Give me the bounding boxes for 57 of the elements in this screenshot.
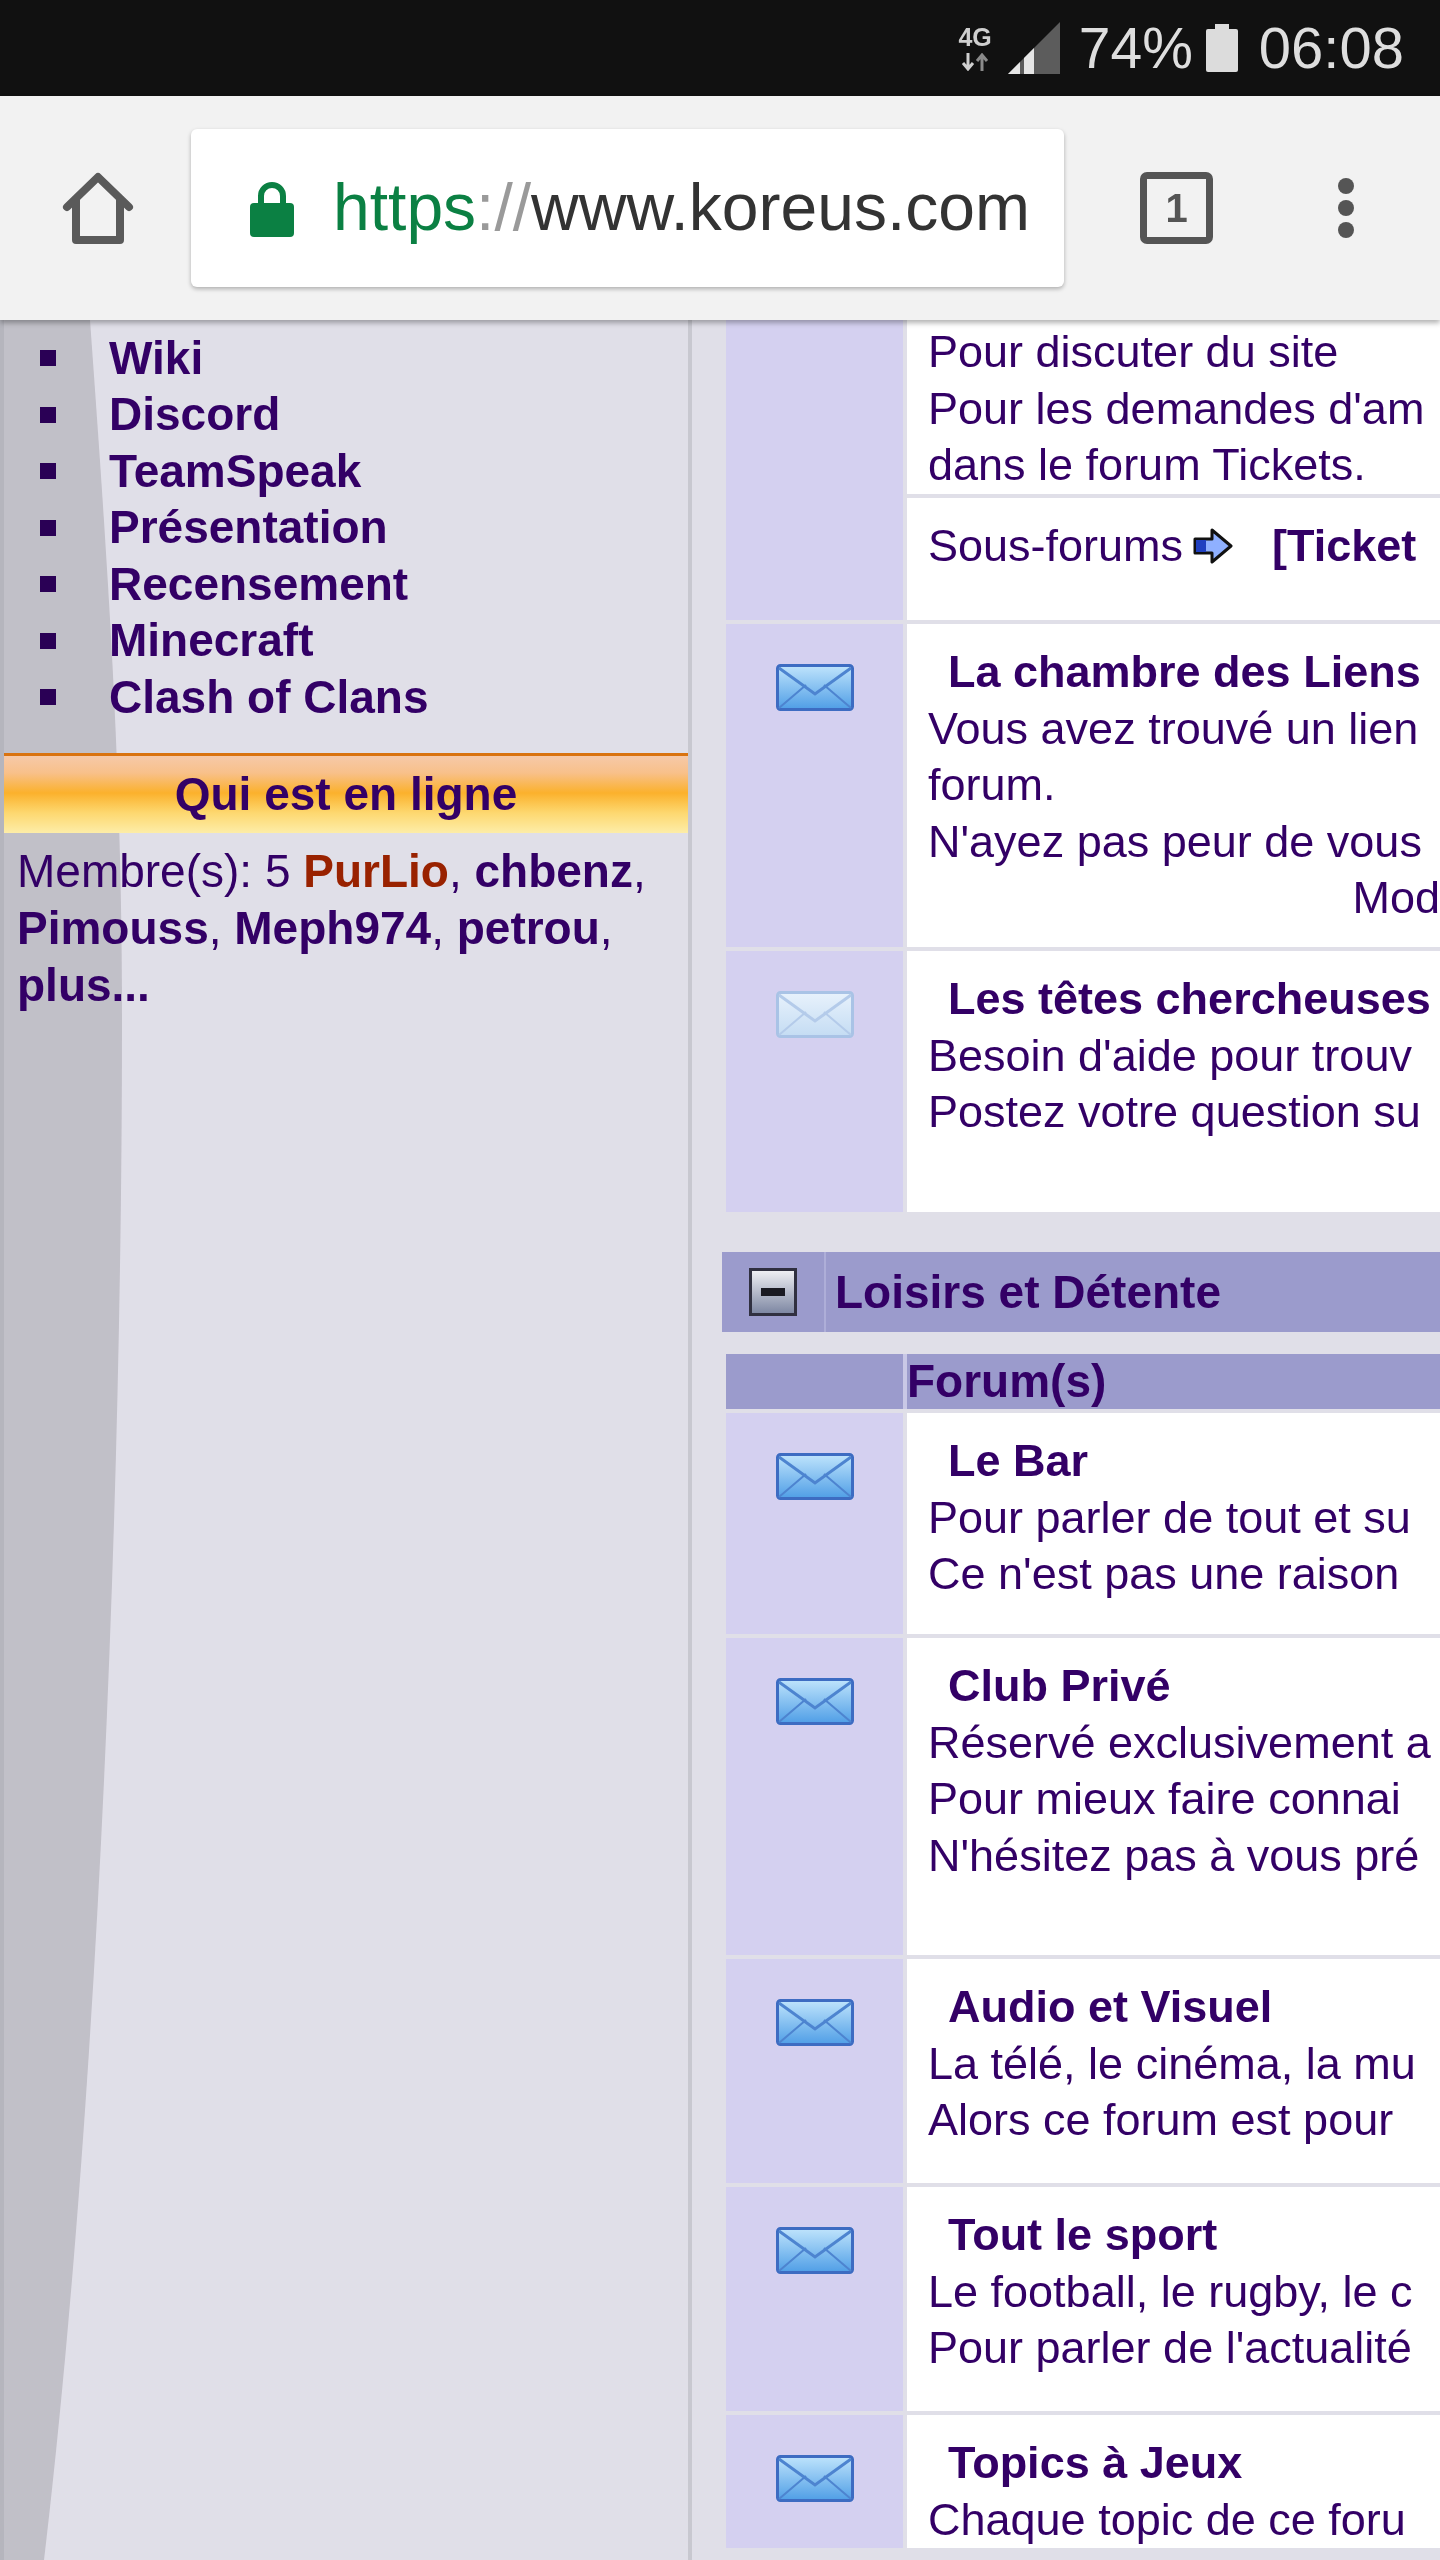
battery-percent: 74% bbox=[1078, 19, 1193, 77]
forum-title[interactable]: Tout le sport bbox=[948, 2207, 1218, 2264]
column-header: Forum(s) bbox=[907, 1354, 1107, 1409]
bullet-icon bbox=[40, 576, 56, 593]
forum-title[interactable]: Club Privé bbox=[948, 1658, 1171, 1715]
sidebar-link[interactable]: Wiki bbox=[109, 331, 204, 385]
envelope-icon[interactable] bbox=[775, 1678, 854, 1725]
bullet-icon bbox=[40, 350, 56, 367]
network-type-label: 4G bbox=[958, 25, 992, 50]
forum-description: Besoin d'aide pour trouv Postez votre question su bbox=[928, 1028, 1421, 1139]
forum-description: Vous avez trouvé un lien forum. N'ayez pas peur de vous bbox=[928, 701, 1422, 869]
bullet-icon bbox=[40, 689, 56, 706]
sidebar-link[interactable]: Clash of Clans bbox=[109, 670, 429, 724]
forum-title[interactable]: Audio et Visuel bbox=[948, 1979, 1273, 2036]
envelope-icon[interactable] bbox=[775, 664, 854, 711]
signal-icon bbox=[1007, 22, 1060, 74]
tab-switcher-button[interactable]: 1 bbox=[1140, 172, 1213, 244]
sidebar-link[interactable]: Recensement bbox=[109, 557, 409, 611]
envelope-icon[interactable] bbox=[775, 1453, 854, 1500]
address-field[interactable]: https://www.koreus.com bbox=[191, 129, 1064, 287]
forum-title[interactable]: Les têtes chercheuses bbox=[948, 971, 1431, 1028]
data-arrows-icon bbox=[960, 53, 991, 71]
member-link[interactable]: Pimouss bbox=[17, 901, 209, 954]
envelope-icon[interactable] bbox=[775, 2227, 854, 2274]
forum-description: Chaque topic de ce foru bbox=[928, 2492, 1406, 2547]
member-link[interactable]: petrou bbox=[456, 901, 600, 954]
forum-description: Le football, le rugby, le c Pour parler de l'actualité bbox=[928, 2264, 1413, 2375]
sidebar-link[interactable]: Présentation bbox=[109, 501, 388, 555]
moderators-text: Mod bbox=[1352, 871, 1440, 925]
category-title[interactable]: Loisirs et Détente bbox=[835, 1265, 1221, 1319]
forum-title[interactable]: La chambre des Liens bbox=[948, 644, 1421, 701]
forum-description: Pour discuter du site Pour les demandes d'am dans le forum Tickets. bbox=[928, 325, 1425, 492]
online-members-text: Membre(s): 5 PurLio, chbenz, Pimouss, Meph974, petrou, plus... bbox=[17, 843, 647, 1013]
sidebar-link[interactable]: Minecraft bbox=[109, 614, 314, 668]
subforums-label: Sous-forums bbox=[928, 518, 1184, 573]
member-link[interactable]: chbenz bbox=[474, 844, 633, 897]
forum-title[interactable]: Topics à Jeux bbox=[948, 2435, 1243, 2492]
collapse-icon[interactable] bbox=[749, 1268, 797, 1316]
forum-description: Réservé exclusivement a Pour mieux faire connai N'hésitez pas à vous pré bbox=[928, 1715, 1431, 1883]
bullet-icon bbox=[40, 463, 56, 480]
clock-time: 06:08 bbox=[1258, 19, 1404, 77]
subforum-link[interactable]: [Ticket bbox=[1272, 517, 1417, 574]
forum-description: Pour parler de tout et su Ce n'est pas une raison bbox=[928, 1490, 1411, 1601]
battery-icon bbox=[1205, 24, 1238, 72]
home-icon[interactable] bbox=[62, 171, 134, 245]
sidebar-link[interactable]: TeamSpeak bbox=[109, 444, 362, 498]
online-title: Qui est en ligne bbox=[174, 767, 518, 821]
member-link[interactable]: PurLio bbox=[303, 844, 449, 897]
envelope-icon[interactable] bbox=[775, 2455, 854, 2502]
forum-title[interactable]: Le Bar bbox=[948, 1433, 1089, 1490]
member-link[interactable]: Meph974 bbox=[234, 901, 432, 954]
menu-icon[interactable] bbox=[1335, 178, 1357, 238]
forum-description: La télé, le cinéma, la mu Alors ce forum est pour bbox=[928, 2036, 1416, 2147]
sidebar-link[interactable]: Discord bbox=[109, 388, 281, 442]
envelope-icon[interactable] bbox=[775, 1999, 854, 2046]
arrow-icon bbox=[1193, 527, 1234, 564]
more-link[interactable]: plus... bbox=[17, 958, 150, 1011]
